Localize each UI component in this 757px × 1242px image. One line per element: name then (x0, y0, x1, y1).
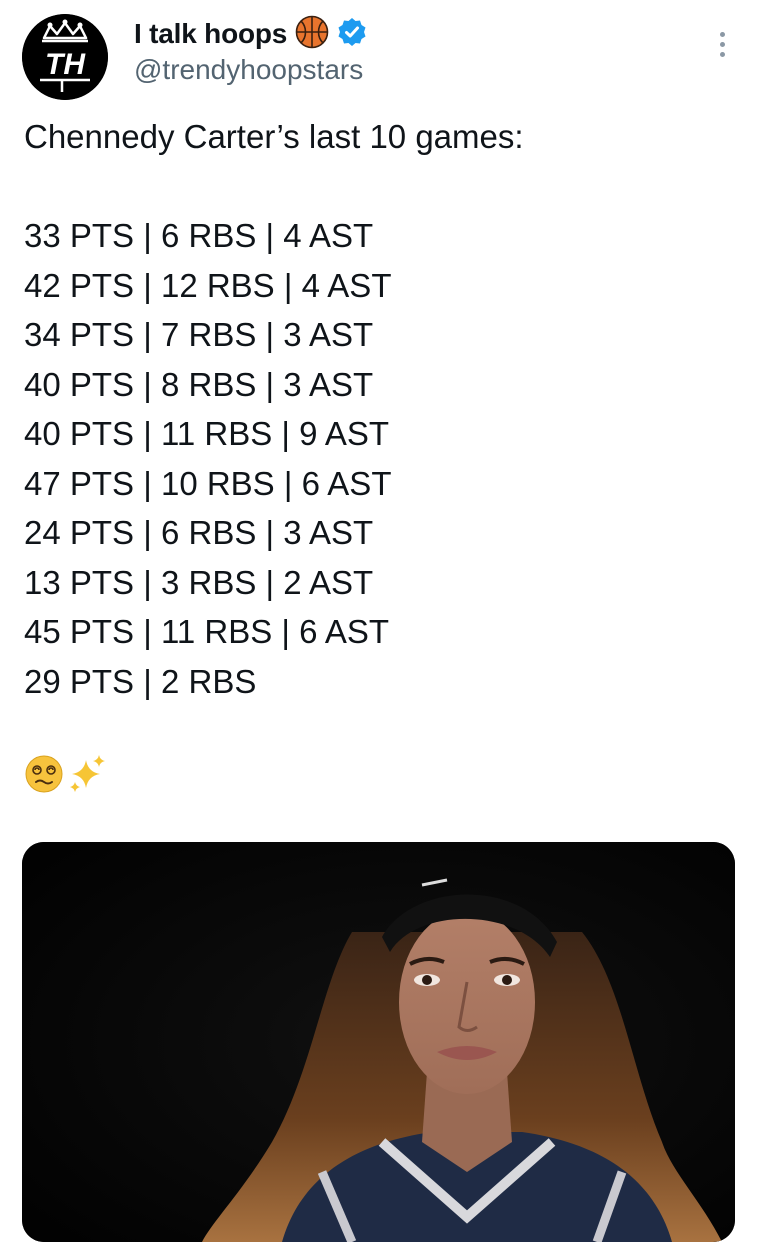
player-photo (22, 842, 735, 1242)
stat-line: 47 PTS | 10 RBS | 6 AST (24, 464, 392, 502)
stat-line: 42 PTS | 12 RBS | 4 AST (24, 266, 392, 304)
tweet-card: TH I talk hoops @trendyhoopstars Chenned… (0, 0, 757, 1242)
author-name-row[interactable]: I talk hoops (134, 14, 367, 54)
tweet-photo[interactable] (22, 842, 735, 1242)
stat-line: 24 PTS | 6 RBS | 3 AST (24, 514, 374, 551)
stat-line: 29 PTS | 2 RBS (24, 662, 257, 700)
handle[interactable]: @trendyhoopstars (134, 54, 363, 86)
avatar[interactable]: TH (22, 14, 108, 100)
verified-badge-icon (337, 17, 367, 52)
crown-logo-icon: TH (22, 14, 108, 100)
dizzy-face-icon (24, 754, 64, 799)
stat-line: 13 PTS | 3 RBS | 2 AST (24, 563, 374, 601)
tweet-text: Chennedy Carter’s last 10 games: 33 PTS … (24, 112, 734, 706)
avatar-initials: TH (45, 48, 86, 81)
basketball-icon (295, 15, 329, 54)
dot (719, 51, 725, 57)
dot (719, 41, 725, 47)
stat-line: 40 PTS | 8 RBS | 3 AST (24, 365, 374, 403)
sparkles-icon (66, 752, 110, 801)
tweet-intro: Chennedy Carter’s last 10 games: (24, 118, 524, 155)
more-dots-icon[interactable] (711, 28, 733, 60)
stat-line: 34 PTS | 7 RBS | 3 AST (24, 316, 374, 353)
stat-line: 33 PTS | 6 RBS | 4 AST (24, 217, 374, 254)
display-name[interactable]: I talk hoops (134, 18, 287, 50)
stat-line: 40 PTS | 11 RBS | 9 AST (24, 415, 390, 452)
dot (719, 31, 725, 37)
stat-line: 45 PTS | 11 RBS | 6 AST (24, 613, 390, 650)
emoji-row (24, 754, 110, 798)
